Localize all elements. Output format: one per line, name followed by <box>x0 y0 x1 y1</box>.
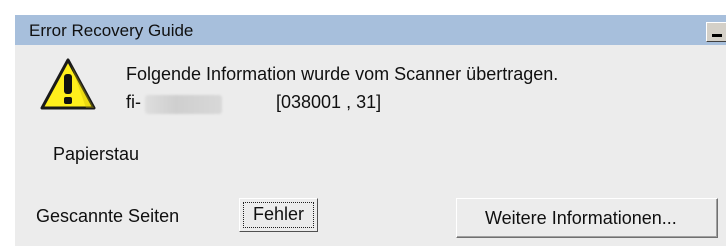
error-button[interactable]: Fehler <box>239 198 318 232</box>
minimize-button[interactable] <box>706 22 726 42</box>
error-code: [038001 , 31] <box>276 92 382 112</box>
title-bar[interactable]: Error Recovery Guide <box>15 15 726 45</box>
more-information-button[interactable]: Weitere Informationen... <box>456 198 718 238</box>
error-description: Papierstau <box>53 144 140 164</box>
info-message: Folgende Information wurde vom Scanner ü… <box>126 64 559 84</box>
redacted-model-number <box>145 95 222 114</box>
warning-icon <box>40 58 96 110</box>
window-title: Error Recovery Guide <box>29 21 194 40</box>
more-information-label: Weitere Informationen... <box>485 208 677 228</box>
error-recovery-dialog: Error Recovery Guide Folgende Informatio… <box>14 14 726 246</box>
page: Error Recovery Guide Folgende Informatio… <box>0 0 726 246</box>
error-button-label: Fehler <box>252 204 305 224</box>
scanned-pages-label: Gescannte Seiten <box>36 206 180 226</box>
minimize-icon <box>712 34 722 37</box>
scanner-model-prefix: fi- <box>126 92 141 112</box>
